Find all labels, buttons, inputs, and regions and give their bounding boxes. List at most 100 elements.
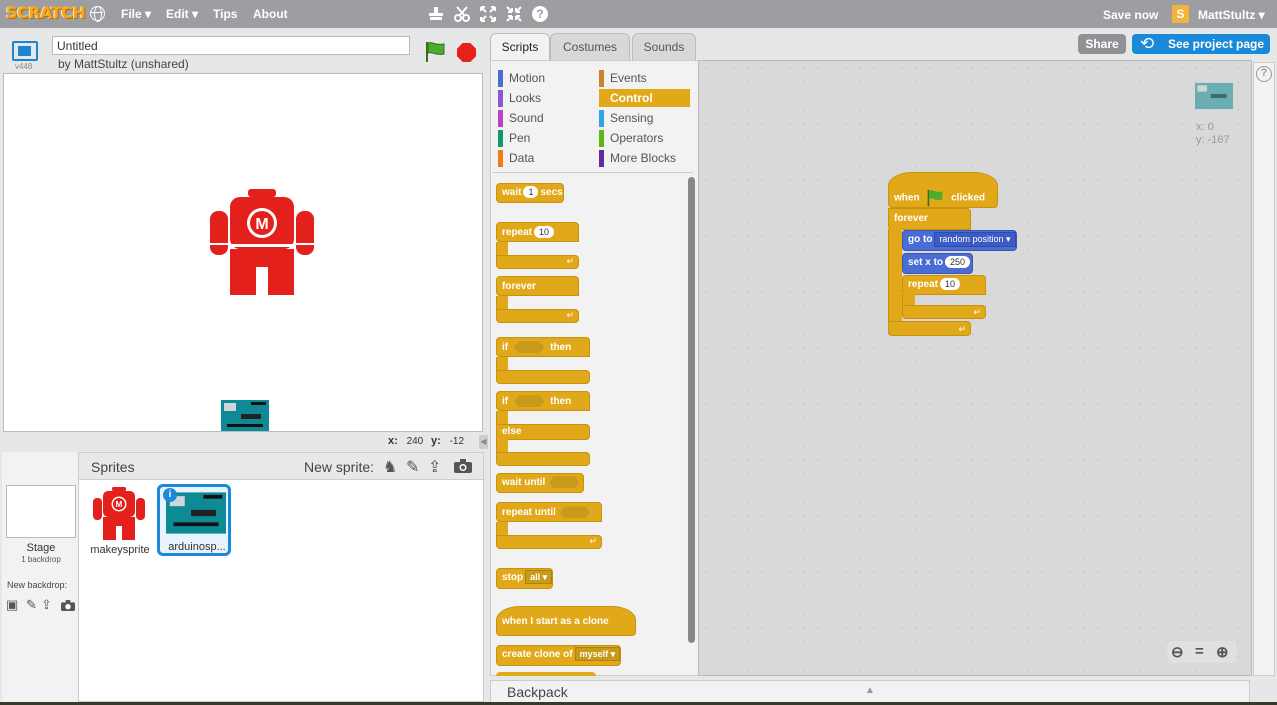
svg-text:?: ? (536, 7, 543, 21)
script-area[interactable] (698, 60, 1252, 676)
category-list: Motion Looks Sound Pen Data Events Contr… (490, 60, 698, 170)
backdrop-count: 1 backdrop (21, 555, 61, 564)
stage-thumbnail[interactable] (6, 485, 76, 538)
mouse-x-value: 240 (406, 436, 424, 447)
category-sensing[interactable]: Sensing (599, 109, 653, 127)
paint-backdrop-icon[interactable]: ✎ (26, 597, 37, 613)
zoom-reset-icon[interactable]: = (1195, 643, 1204, 660)
block-wait-until[interactable]: wait until (496, 473, 585, 493)
block-create-clone[interactable]: create clone of myself ▾ (496, 645, 622, 666)
stop-sign-icon[interactable] (457, 43, 476, 62)
category-divider (493, 172, 693, 173)
block-repeat[interactable]: repeat 10 ↵ (496, 222, 580, 270)
tab-sounds[interactable]: Sounds (632, 33, 696, 60)
arduino-board-sprite[interactable] (221, 400, 269, 432)
category-looks[interactable]: Looks (498, 89, 541, 107)
edit-menu[interactable]: Edit ▾ (166, 7, 198, 21)
project-title-input[interactable] (52, 36, 410, 55)
file-menu[interactable]: File ▾ (121, 7, 151, 21)
category-events[interactable]: Events (599, 69, 647, 87)
new-backdrop-label: New backdrop: (7, 580, 68, 590)
sprite-info-icon[interactable]: i (163, 488, 177, 502)
sprite-name: arduinosp... (168, 541, 226, 553)
mouse-y-value: -12 (449, 436, 465, 447)
sprite-y-readout: y: -167 (1196, 134, 1230, 146)
zoom-in-icon[interactable]: ⊕ (1216, 643, 1229, 661)
user-menu[interactable]: MattStultz ▾ (1198, 8, 1265, 22)
paint-new-sprite-icon[interactable]: ✎ (406, 457, 419, 477)
stage-label: Stage (26, 542, 56, 554)
script-forever-bottom: ↵ (888, 321, 971, 336)
backpack-label: Backpack (507, 684, 568, 700)
category-sound[interactable]: Sound (498, 109, 544, 127)
sprites-header-bar (79, 453, 483, 480)
svg-text:M: M (255, 216, 268, 233)
palette-scrollbar[interactable] (688, 177, 695, 643)
makey-robot-sprite[interactable]: M (210, 189, 314, 297)
sprite-tile-arduinosprite[interactable]: i arduinosp... (157, 484, 231, 556)
new-sprite-label: New sprite: (304, 459, 375, 475)
scratch-logo[interactable]: SCRATCH (6, 3, 86, 22)
zoom-out-icon[interactable]: ⊖ (1171, 643, 1184, 661)
help-block-icon[interactable]: ? (531, 5, 549, 23)
mouse-x-label: x: (388, 435, 398, 447)
shrink-icon[interactable] (505, 5, 523, 23)
tips-menu[interactable]: Tips (213, 7, 237, 21)
presentation-mode-icon[interactable] (12, 41, 38, 61)
save-now-link[interactable]: Save now (1103, 8, 1158, 22)
block-when-i-start-as-clone[interactable]: when I start as a clone (496, 606, 636, 636)
delete-scissors-icon[interactable] (453, 5, 471, 23)
backpack-expand-arrow-icon[interactable]: ▲ (865, 685, 875, 696)
block-partial[interactable] (496, 672, 596, 676)
language-globe-icon[interactable] (90, 6, 105, 22)
sprite-x-readout: x: 0 (1196, 121, 1214, 133)
version-label: v448 (15, 62, 33, 71)
stage-canvas[interactable]: M (3, 73, 483, 432)
category-pen[interactable]: Pen (498, 129, 530, 147)
block-if-then[interactable]: if then (496, 337, 591, 385)
backdrop-library-icon[interactable]: ▣ (6, 597, 18, 613)
category-data[interactable]: Data (498, 149, 534, 167)
script-forever-block[interactable]: forever (888, 208, 971, 230)
user-avatar[interactable]: S (1172, 5, 1189, 23)
about-menu[interactable]: About (253, 7, 288, 21)
block-if-then-else[interactable]: if then else (496, 391, 591, 467)
duplicate-stamp-icon[interactable] (427, 5, 445, 23)
category-operators[interactable]: Operators (599, 129, 663, 147)
block-forever[interactable]: forever ↵ (496, 276, 580, 324)
script-repeat-bottom: ↵ (902, 305, 986, 319)
tab-costumes[interactable]: Costumes (550, 33, 630, 60)
project-author: by MattStultz (unshared) (58, 57, 189, 71)
flag-icon (927, 189, 943, 207)
sprite-name: makeysprite (90, 544, 150, 556)
camera-sprite-icon[interactable] (454, 459, 472, 473)
script-set-x-block[interactable]: set x to 250 (902, 253, 974, 274)
block-repeat-until[interactable]: repeat until ↵ (496, 502, 603, 550)
camera-backdrop-icon[interactable] (61, 600, 75, 611)
green-flag-icon[interactable] (424, 41, 446, 63)
upload-sprite-icon[interactable]: ⇪ (428, 457, 441, 477)
share-button[interactable]: Share (1078, 34, 1126, 54)
upload-backdrop-icon[interactable]: ⇪ (41, 597, 52, 613)
sprites-title: Sprites (91, 459, 135, 475)
category-motion[interactable]: Motion (498, 69, 545, 87)
help-icon[interactable]: ? (1256, 66, 1272, 82)
category-more-blocks[interactable]: More Blocks (599, 149, 676, 167)
script-repeat-block[interactable]: repeat 10 (902, 275, 986, 295)
tab-scripts[interactable]: Scripts (490, 33, 550, 61)
block-stop[interactable]: stop all ▾ (496, 568, 554, 589)
script-forever-arm (888, 229, 902, 322)
choose-sprite-from-library-icon[interactable]: ♞ (383, 457, 397, 477)
grow-icon[interactable] (479, 5, 497, 23)
svg-text:M: M (116, 500, 123, 509)
see-project-arrows-icon: ⟲ (1140, 34, 1155, 53)
stage-collapse-arrow-icon[interactable]: ◀ (479, 435, 488, 449)
mouse-y-label: y: (431, 435, 441, 447)
sprite-tile-makeysprite[interactable]: M makeysprite (83, 484, 157, 556)
makey-thumbnail: M (93, 487, 145, 540)
script-when-flag-clicked[interactable]: when clicked (888, 172, 998, 208)
current-sprite-corner-icon (1195, 82, 1233, 110)
block-wait-secs[interactable]: wait 1 secs (496, 183, 564, 203)
category-control[interactable]: Control (599, 89, 690, 107)
script-go-to-block[interactable]: go to random position ▾ (902, 230, 1017, 251)
